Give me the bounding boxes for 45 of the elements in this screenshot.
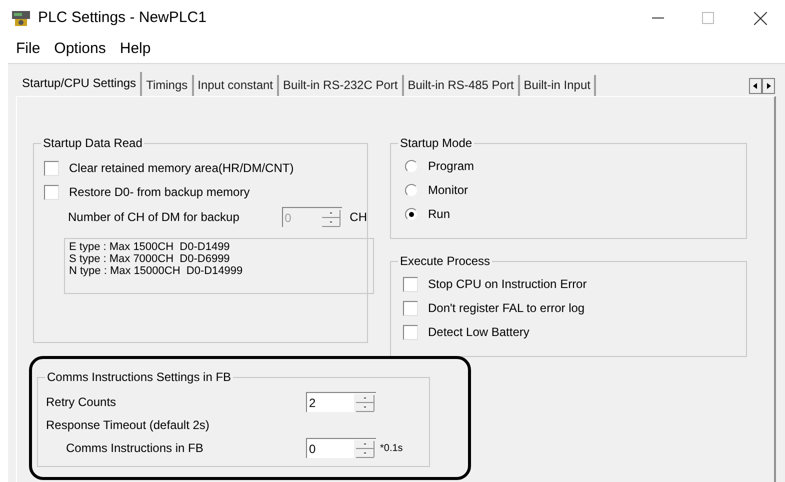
radio-label: Program [428,158,474,175]
spin-arrows-icon[interactable] [354,394,376,412]
checkbox[interactable] [44,184,59,200]
checkbox[interactable] [44,160,59,176]
info-line: N type : Max 15000CH D0-D14999 [69,265,244,277]
menu-item[interactable]: Help [120,38,151,60]
group-title: Startup Data Read [41,135,144,151]
checkbox[interactable] [403,324,418,340]
group-title: Comms Instructions Settings in FB [45,369,234,385]
spin-field[interactable]: 0 [306,438,376,458]
spin-field[interactable]: 2 [306,392,376,412]
spin-arrows-icon[interactable] [354,440,376,458]
group-title: Startup Mode [398,135,474,151]
menu-item[interactable]: File [16,38,40,60]
checkbox-label: Restore D0- from backup memory [69,184,250,201]
spin-value: 0 [308,440,317,458]
scroll-right-icon[interactable] [762,78,775,94]
field-label: Retry Counts [46,394,118,411]
checkbox[interactable] [403,276,418,292]
info-line: S type : Max 7000CH D0-D6999 [69,253,231,265]
menu-item[interactable]: Options [54,38,106,60]
spin-value: 2 [308,394,317,412]
unit-label: CH [350,209,367,226]
close-icon[interactable] [754,12,767,24]
section-label: Response Timeout (default 2s) [46,417,210,434]
radio-button[interactable] [405,160,418,172]
window-title: PLC Settings - NewPLC1 [38,8,206,28]
radio-label: Monitor [428,182,468,199]
radio-button[interactable] [405,184,418,196]
spin-value: 0 [284,210,292,226]
checkbox-label: Stop CPU on Instruction Error [428,276,587,293]
info-line: E type : Max 1500CH D0-D1499 [69,241,231,253]
checkbox-label: Don't register FAL to error log [428,300,585,317]
checkbox-label: Detect Low Battery [428,324,530,341]
unit-label: *0.1s [380,442,403,456]
field-label: Comms Instructions in FB [65,440,204,457]
radio-button[interactable] [405,208,418,220]
radio-label: Run [428,206,450,223]
field-label: Number of CH of DM for backup [68,209,240,226]
tab[interactable]: Input constant [194,75,280,96]
checkbox[interactable] [403,300,418,316]
tab[interactable]: Built-in RS-485 Port [404,75,520,96]
scroll-left-icon[interactable] [749,78,762,94]
app-icon [12,10,30,26]
checkbox-label: Clear retained memory area(HR/DM/CNT) [69,160,294,177]
